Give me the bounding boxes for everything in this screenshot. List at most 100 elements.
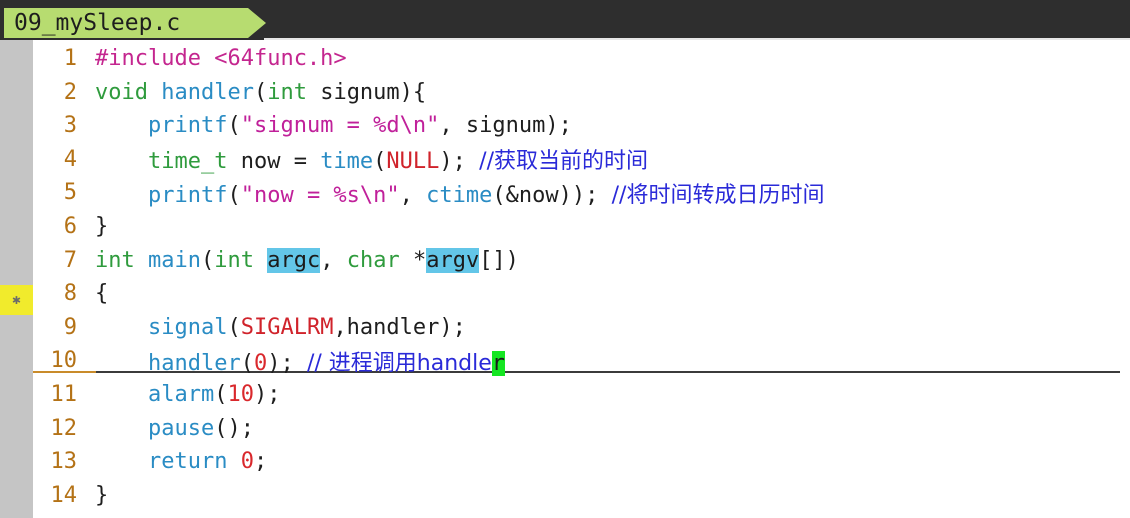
text-cursor: r [491,350,506,376]
code-token: { [95,281,109,307]
code-text: } [95,214,108,239]
code-token: * [399,247,427,273]
code-token: []) [479,247,519,273]
code-token: ); [439,149,480,175]
code-text: time_t now = time(NULL); //获取当前的时间 [95,143,648,175]
code-token: // 进程调用handle [306,350,492,376]
line-number: 5 [63,180,77,206]
code-token: time [320,149,374,175]
search-match: argv [426,247,480,273]
line-number: 9 [63,314,77,340]
code-text: { [95,281,108,306]
code-token: (&now)); [492,182,612,208]
line-number: 8 [63,281,77,307]
line-number: 3 [63,113,77,139]
code-line[interactable]: 14} [33,479,1130,512]
code-text: } [95,483,108,508]
code-token: ( [227,182,241,208]
code-line[interactable]: 13 return 0; [33,445,1130,478]
code-token: handler [147,350,241,376]
code-text: #include <64func.h> [95,46,347,71]
code-token: //获取当前的时间 [479,149,648,175]
code-line[interactable]: 2 void handler(int signum){ [33,76,1130,109]
code-token: ctime [426,182,493,208]
code-token: SIGALRM [240,314,334,340]
code-token: ( [373,149,387,175]
code-token: ( [200,247,215,273]
code-token: int [95,247,135,273]
line-number: 14 [50,482,78,508]
code-token: signum){ [306,79,427,105]
code-line[interactable]: 1 #include <64func.h> [33,42,1130,75]
code-token: 0 [240,449,254,475]
code-token: NULL [386,149,440,175]
line-number: 4 [63,146,77,172]
code-token: signal [147,314,228,340]
code-text: printf("signum = %d\n", signum); [95,113,572,138]
code-text: pause(); [95,416,254,441]
tab-file[interactable]: 09_mySleep.c [4,8,266,38]
code-token: //将时间转成日历时间 [611,182,825,208]
editor-window: 09_mySleep.c ✱ 1 #include <64func.h> 2 void… [0,0,1130,518]
code-token: char [346,247,400,273]
code-token: ( [227,113,241,139]
line-number: 13 [50,449,78,475]
sign-marker-icon[interactable]: ✱ [0,285,33,315]
code-line[interactable]: 11 alarm(10); [33,378,1130,411]
code-token: ); [267,350,307,376]
code-token: main [148,247,201,273]
code-line[interactable]: 8{ [33,277,1130,310]
code-token: int [214,247,254,273]
code-token: #include [95,46,215,71]
code-token: } [95,482,109,508]
code-line[interactable]: 12 pause(); [33,412,1130,445]
code-token: <64func.h> [214,46,347,71]
code-text: signal(SIGALRM,handler); [95,315,466,340]
code-token: "now = %s\n" [240,182,400,208]
code-text: void handler(int signum){ [95,80,426,105]
line-number: 7 [63,247,77,273]
code-token: (); [214,415,254,441]
line-number: 1 [63,46,77,71]
line-number: 2 [63,79,77,105]
tab-label: 09_mySleep.c [14,10,181,36]
code-line[interactable]: 5 printf("now = %s\n", ctime(&now)); //将… [33,176,1130,209]
code-token: printf [147,113,228,139]
code-editor[interactable]: 1 #include <64func.h> 2 void handler(int si… [33,40,1130,518]
code-line[interactable]: 6} [33,210,1130,243]
code-token: alarm [147,382,215,407]
code-token: time_t [147,149,228,175]
code-line[interactable]: 9 signal(SIGALRM,handler); [33,311,1130,344]
line-number: 10 [50,348,78,374]
code-token: ( [240,350,254,376]
code-token: ); [253,382,281,407]
code-line[interactable]: 4 time_t now = time(NULL); //获取当前的时间 [33,143,1130,176]
code-token: ( [253,79,268,105]
code-token: ( [214,382,228,407]
code-token: void [95,79,148,105]
code-token: } [95,214,109,239]
code-line[interactable]: 10 handler(0); // 进程调用handler [33,344,1130,377]
code-token: pause [147,415,215,441]
line-number: 12 [50,415,78,441]
sign-column: ✱ [0,40,33,518]
code-token: ( [227,314,241,340]
code-line[interactable]: 7 int main(int argc, char *argv[]) [33,244,1130,277]
code-text: return 0; [95,449,267,474]
code-text: int main(int argc, char *argv[]) [95,247,519,273]
code-token: , signum); [439,113,572,139]
code-token: int [267,79,307,105]
code-token: ; [253,449,268,475]
search-match: argc [267,247,321,273]
code-line[interactable]: 3 printf("signum = %d\n", signum); [33,109,1130,142]
code-token: 0 [253,350,268,376]
